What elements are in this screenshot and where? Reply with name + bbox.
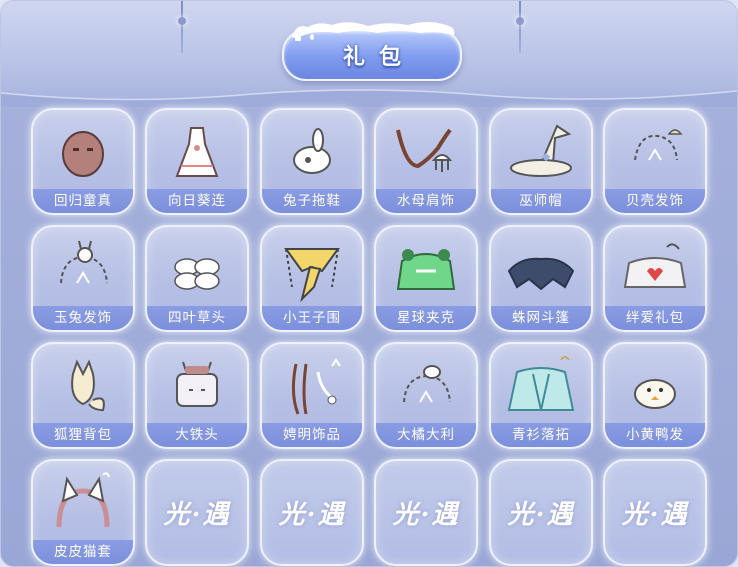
item-slot[interactable]: 娉明饰品	[260, 342, 364, 449]
item-slot[interactable]: 大铁头	[145, 342, 249, 449]
orange-hairpin-icon	[403, 365, 451, 403]
item-label: 玉兔发饰	[33, 306, 133, 330]
item-slot[interactable]: 大橘大利	[374, 342, 478, 449]
snow-cap-decoration	[292, 22, 455, 41]
jellyfish-shoulder-icon	[396, 128, 453, 172]
hanging-ornament-left	[178, 1, 186, 53]
item-label: 蛛网斗篷	[491, 306, 591, 330]
sky-logo-placeholder: 光·遇	[392, 500, 460, 530]
item-label: 四叶草头	[147, 306, 247, 330]
item-label: 大铁头	[147, 423, 247, 447]
item-slot[interactable]: 向日葵连	[145, 108, 249, 215]
item-label: 绊爱礼包	[605, 306, 705, 330]
item-slot[interactable]: 星球夹克	[374, 225, 478, 332]
item-label: 小王子围	[262, 306, 362, 330]
item-slot[interactable]: 巫师帽	[489, 108, 593, 215]
item-slot[interactable]: 青衫落拓	[489, 342, 593, 449]
locked-item-slot[interactable]: 光·遇	[489, 459, 593, 566]
fox-backpack-icon	[71, 359, 105, 412]
spiderweb-cape-icon	[507, 257, 575, 291]
item-label: 回归童真	[33, 189, 133, 213]
kizuna-cape-icon	[623, 243, 687, 288]
wizard-hat-icon	[510, 124, 572, 177]
item-label: 小黄鸭发	[605, 423, 705, 447]
item-slot[interactable]: 蛛网斗篷	[489, 225, 593, 332]
item-slot[interactable]: 贝壳发饰	[603, 108, 707, 215]
bald-head-mask-icon	[62, 131, 104, 177]
sky-logo-placeholder: 光·遇	[507, 500, 575, 530]
hanging-accessory-icon	[291, 358, 341, 415]
page-title: 礼包	[342, 45, 415, 70]
item-slot[interactable]: 水母肩饰	[374, 108, 478, 215]
gift-pack-panel: 礼包 回归童真 向日葵连 兔子拖鞋 水母肩饰 巫师帽 贝壳发饰玉兔发饰 四叶草头 小王子围 星球…	[0, 0, 738, 567]
item-slot[interactable]: 皮皮猫套	[31, 459, 135, 566]
item-slot[interactable]: 玉兔发饰	[31, 225, 135, 332]
item-label: 贝壳发饰	[605, 189, 705, 213]
item-slot[interactable]: 兔子拖鞋	[260, 108, 364, 215]
item-label: 巫师帽	[491, 189, 591, 213]
item-grid: 回归童真 向日葵连 兔子拖鞋 水母肩饰 巫师帽 贝壳发饰玉兔发饰 四叶草头 小王子围 星球夹克蛛…	[31, 108, 711, 566]
little-prince-scarf-icon	[284, 248, 340, 303]
item-label: 皮皮猫套	[33, 540, 133, 564]
item-slot[interactable]: 绊爱礼包	[603, 225, 707, 332]
sky-logo-placeholder: 光·遇	[621, 500, 689, 530]
item-label: 娉明饰品	[262, 423, 362, 447]
item-slot[interactable]: 小王子围	[260, 225, 364, 332]
item-label: 星球夹克	[376, 306, 476, 330]
cat-ear-headband-icon	[56, 472, 110, 528]
bunny-slipper-icon	[293, 128, 331, 174]
header-wave-divider	[1, 89, 737, 107]
locked-item-slot[interactable]: 光·遇	[374, 459, 478, 566]
duck-hat-icon	[634, 379, 676, 409]
item-label: 大橘大利	[376, 423, 476, 447]
item-label: 青衫落拓	[491, 423, 591, 447]
planet-jacket-icon	[396, 249, 456, 290]
item-slot[interactable]: 小黄鸭发	[603, 342, 707, 449]
sky-logo-placeholder: 光·遇	[278, 500, 346, 530]
cyan-robe-cape-icon	[507, 356, 575, 411]
locked-item-slot[interactable]: 光·遇	[603, 459, 707, 566]
sky-logo-placeholder: 光·遇	[163, 500, 231, 530]
item-label: 向日葵连	[147, 189, 247, 213]
four-leaf-clover-icon	[174, 258, 220, 290]
item-label: 水母肩饰	[376, 189, 476, 213]
jade-rabbit-hairpin-icon	[60, 240, 108, 284]
locked-item-slot[interactable]: 光·遇	[145, 459, 249, 566]
item-slot[interactable]: 狐狸背包	[31, 342, 135, 449]
item-label: 兔子拖鞋	[262, 189, 362, 213]
sunflower-dress-icon	[175, 127, 219, 177]
tv-head-icon	[176, 361, 218, 407]
item-slot[interactable]: 四叶草头	[145, 225, 249, 332]
item-slot[interactable]: 回归童真	[31, 108, 135, 215]
item-label: 狐狸背包	[33, 423, 133, 447]
locked-item-slot[interactable]: 光·遇	[260, 459, 364, 566]
shell-hairpin-icon	[634, 129, 683, 161]
hanging-ornament-right	[516, 1, 524, 53]
